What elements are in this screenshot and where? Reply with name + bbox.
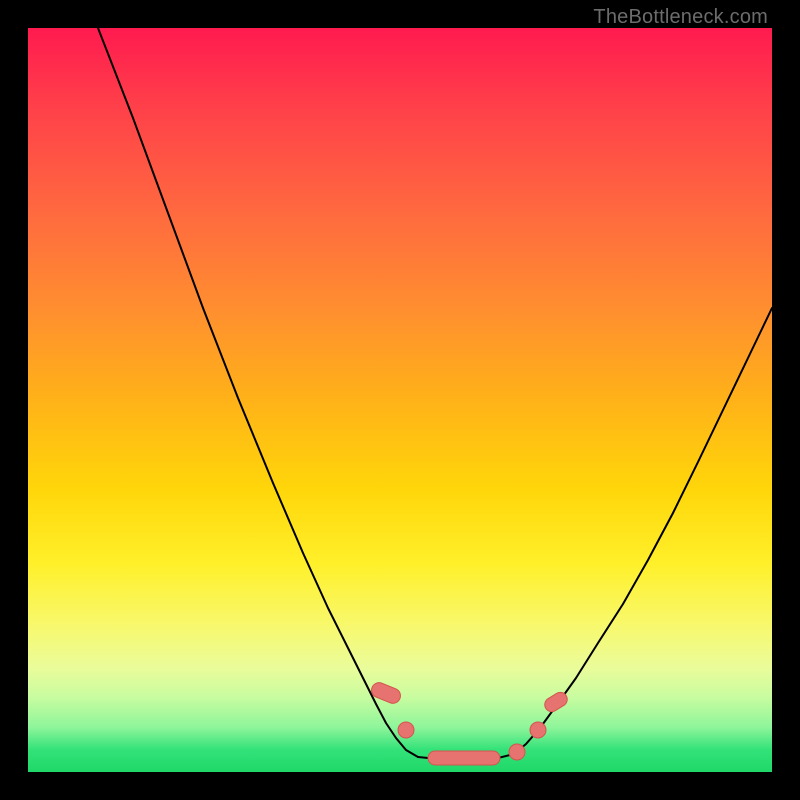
marker-2: [428, 751, 500, 765]
curve-right-curve: [514, 308, 772, 754]
watermark-text: TheBottleneck.com: [593, 6, 768, 29]
curve-left-curve: [98, 28, 418, 757]
marker-3: [509, 744, 525, 760]
curve-group: [98, 28, 772, 759]
plot-svg: [28, 28, 772, 772]
marker-1: [398, 722, 414, 738]
chart-area: [28, 28, 772, 772]
marker-4: [530, 722, 546, 738]
marker-group: [369, 680, 570, 765]
